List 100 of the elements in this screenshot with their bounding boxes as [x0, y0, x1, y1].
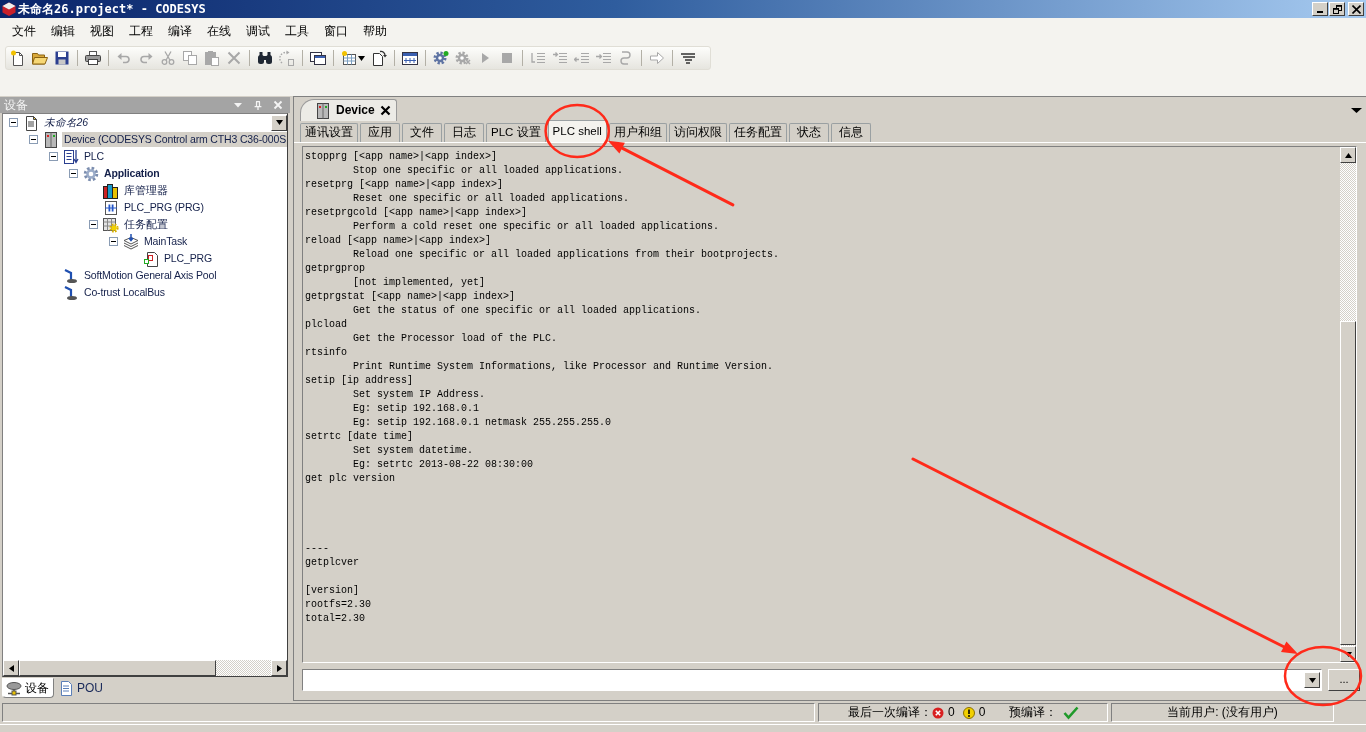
gear-icon — [83, 165, 99, 182]
list-document-icon — [63, 148, 79, 165]
console-line: resetprgcold [<app name>|<app index>] — [305, 206, 529, 220]
menu-item[interactable]: 工程 — [122, 22, 160, 41]
scroll-thumb[interactable] — [19, 660, 216, 676]
tab[interactable]: 信息 — [830, 123, 871, 142]
console-line: ---- — [305, 542, 330, 556]
dropdown-button[interactable] — [271, 114, 287, 131]
more-button[interactable]: ... — [1328, 669, 1360, 691]
menu-item[interactable]: 工具 — [278, 22, 316, 41]
tree-item[interactable]: PLC_PRG (PRG) — [122, 200, 206, 215]
restore-button[interactable] — [1329, 2, 1345, 16]
scroll-up-button[interactable] — [1340, 147, 1356, 163]
dropdown-button[interactable] — [1304, 672, 1320, 688]
tree-item[interactable]: Co-trust LocalBus — [82, 285, 167, 300]
annotation-ellipse — [544, 103, 611, 159]
collapse-icon[interactable] — [49, 152, 58, 161]
console-line: Eg: setrtc 2013-08-22 08:30:00 — [352, 458, 535, 472]
command-input[interactable] — [302, 669, 1322, 691]
console-line: plcload — [305, 318, 348, 332]
error-icon — [932, 706, 944, 719]
console-line: Print Runtime System Informations, like Processor and Runtime Version. — [352, 360, 775, 374]
device-icon — [315, 102, 331, 119]
console-line: rootfs=2.30 — [305, 598, 372, 612]
console-line: Eg: setip 192.168.0.1 — [352, 402, 481, 416]
menu-item[interactable]: 调试 — [239, 22, 277, 41]
tab[interactable]: 文件 — [402, 123, 442, 142]
console-line: getprgprop — [305, 262, 366, 276]
console-line: get plc version — [305, 472, 396, 486]
tab[interactable]: 日志 — [444, 123, 484, 142]
tab[interactable]: 访问权限 — [668, 123, 727, 142]
close-button[interactable] — [1348, 2, 1364, 16]
tab[interactable]: 状态 — [788, 123, 829, 142]
tree-item[interactable]: 未命名26 — [42, 115, 90, 130]
warning-count: 0 — [978, 705, 986, 720]
console-line: [not implemented, yet] — [352, 276, 487, 290]
triangle-right-icon — [275, 664, 283, 672]
collapse-icon[interactable] — [9, 118, 18, 127]
tab[interactable]: 用户和组 — [608, 123, 667, 142]
menu-item[interactable]: 在线 — [200, 22, 238, 41]
collapse-icon[interactable] — [89, 220, 98, 229]
layers-icon — [123, 233, 139, 250]
triangle-up-icon — [1344, 151, 1352, 159]
tab[interactable]: 通讯设置 — [300, 123, 358, 142]
scroll-left-button[interactable] — [3, 660, 19, 676]
console-line: rtsinfo — [305, 346, 348, 360]
tab[interactable]: 任务配置 — [728, 123, 787, 142]
cube-icon — [2, 2, 16, 16]
tab[interactable]: PLC shell — [547, 120, 607, 142]
collapse-icon[interactable] — [69, 169, 78, 178]
tree-item[interactable]: SoftMotion General Axis Pool — [82, 268, 219, 283]
tree-item[interactable]: Device (CODESYS Control arm CTH3 C36-000S — [62, 132, 287, 147]
warning-icon — [962, 706, 975, 719]
console-line: getplcver — [305, 556, 360, 570]
console-line: Perform a cold reset one specific or all loaded applications. — [352, 220, 721, 234]
menu-item[interactable]: 文件 — [5, 22, 43, 41]
console-line: Get the status of one specific or all loaded applications. — [352, 304, 703, 318]
caret-down-icon — [275, 119, 283, 126]
console-line: setrtc [date time] — [305, 430, 415, 444]
menu-item[interactable]: 帮助 — [356, 22, 394, 41]
menu-item[interactable]: 编译 — [161, 22, 199, 41]
console-line: Reload one specific or all loaded applications from their bootprojects. — [352, 248, 781, 262]
menu-item[interactable]: 编辑 — [44, 22, 82, 41]
tree-item[interactable]: 任务配置 — [122, 217, 170, 232]
scroll-thumb[interactable] — [1340, 321, 1356, 645]
error-count: 0 — [948, 705, 955, 720]
collapse-icon[interactable] — [109, 237, 118, 246]
console-line: total=2.30 — [305, 612, 366, 626]
console-line: Eg: setip 192.168.0.1 netmask 255.255.255.0 — [352, 416, 613, 430]
panel-tab[interactable]: 设备 — [2, 678, 54, 698]
console-line: [version] — [305, 584, 360, 598]
restore-icon — [1332, 4, 1342, 14]
document-icon — [143, 250, 159, 267]
axis-icon — [63, 284, 79, 301]
minimize-button[interactable] — [1312, 2, 1328, 16]
tree-item[interactable]: MainTask — [142, 234, 190, 249]
menu-item[interactable]: 视图 — [83, 22, 121, 41]
caret-down-icon — [1344, 650, 1352, 658]
collapse-icon[interactable] — [29, 135, 38, 144]
menu-item[interactable]: 窗口 — [317, 22, 355, 41]
console-line: Reset one specific or all loaded applications. — [352, 192, 631, 206]
tab[interactable]: PLC 设置 — [486, 123, 546, 142]
tree-item[interactable]: PLC — [82, 149, 106, 164]
console-line: Stop one specific or all loaded applications. — [352, 164, 625, 178]
console-line: stopprg [<app name>|<app index>] — [305, 150, 499, 164]
tree-item[interactable]: PLC_PRG — [162, 251, 214, 266]
panel-tab[interactable]: POU — [54, 678, 108, 698]
network-icon — [6, 680, 22, 696]
scroll-right-button[interactable] — [271, 660, 287, 676]
axis-icon — [63, 267, 79, 284]
panel-title: 设备 — [4, 97, 28, 113]
tree-item[interactable]: Application — [102, 166, 162, 181]
tree-item[interactable]: 库管理器 — [122, 183, 170, 198]
document-icon — [58, 680, 74, 696]
close-tab-button[interactable] — [379, 105, 391, 116]
ladder-document-icon — [103, 199, 119, 216]
tab[interactable]: 应用 — [360, 123, 400, 142]
console-line: Set system IP Address. — [352, 388, 487, 402]
document-tab[interactable]: Device — [300, 99, 397, 121]
current-user-text: 当前用户: (没有用户) — [1167, 705, 1278, 720]
